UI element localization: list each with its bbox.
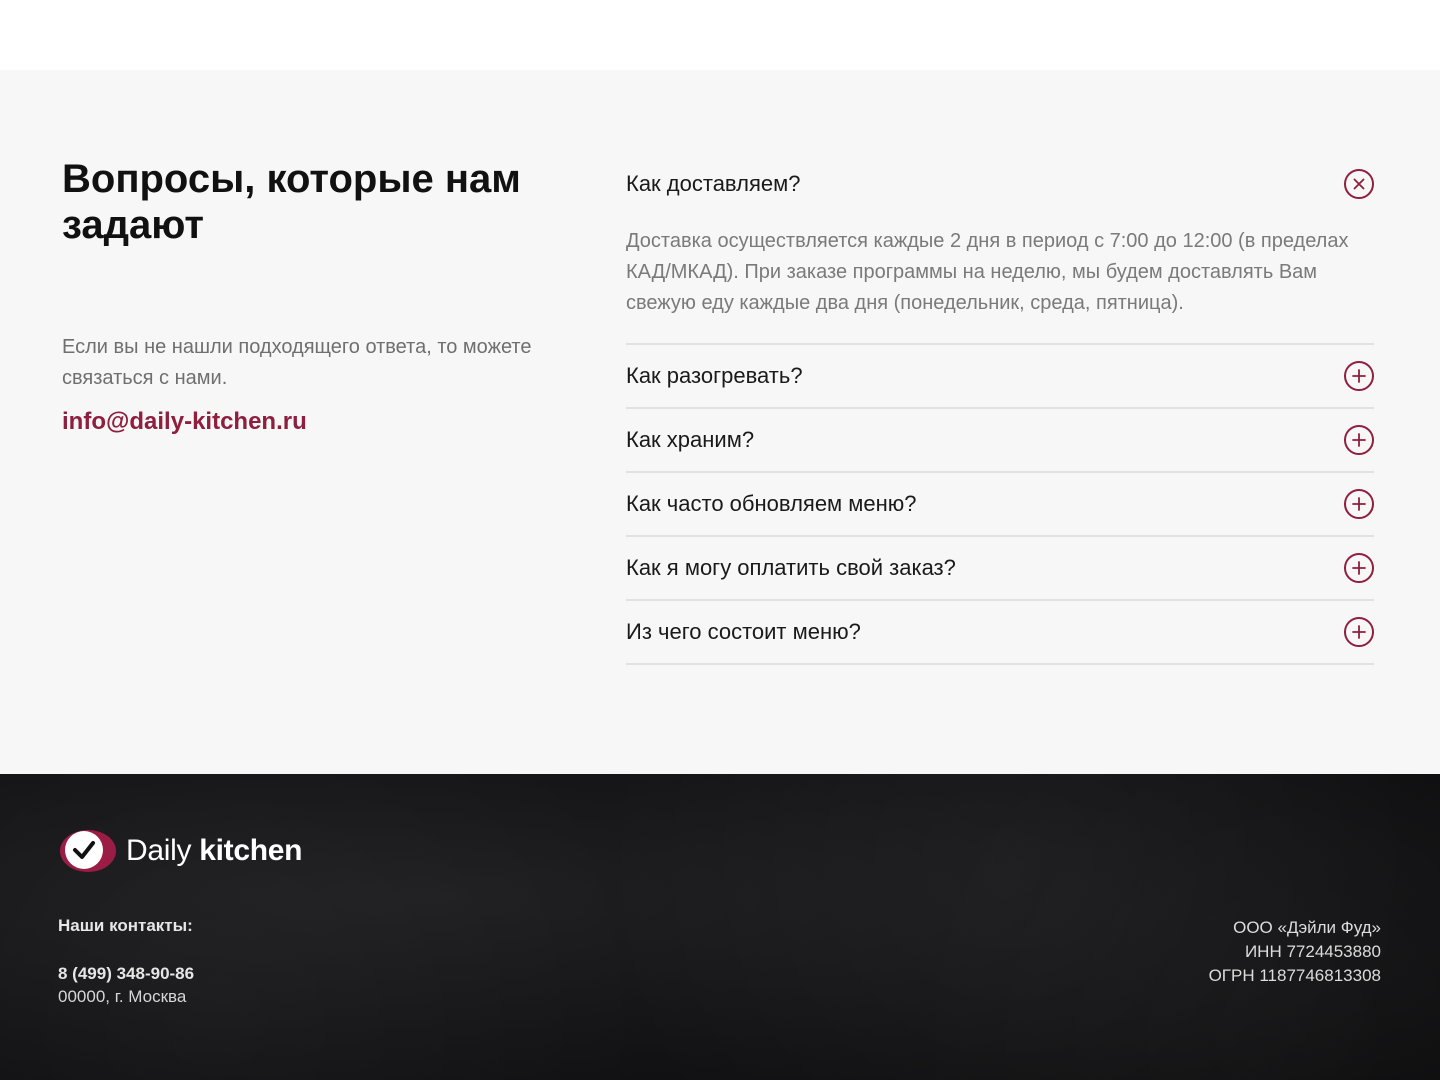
faq-answer-delivery: Доставка осуществляется каждые 2 дня в п…: [626, 230, 1349, 314]
faq-section: Вопросы, которые нам задают Если вы не н…: [0, 70, 1440, 774]
checkmark-logo-icon: [60, 830, 116, 872]
faq-question-payment[interactable]: Как я могу оплатить свой заказ?: [626, 537, 1374, 599]
contacts-label: Наши контакты:: [58, 916, 193, 935]
faq-item-storage: Как храним?: [626, 409, 1374, 473]
faq-item-menu-content: Из чего состоит меню?: [626, 601, 1374, 665]
faq-accordion: Как доставляем? Доставка осуществляется …: [626, 154, 1374, 665]
faq-item-payment: Как я могу оплатить свой заказ?: [626, 537, 1374, 601]
faq-item-heating: Как разогревать?: [626, 345, 1374, 409]
close-circle-icon[interactable]: [1344, 169, 1374, 199]
faq-question-menu-updates[interactable]: Как часто обновляем меню?: [626, 473, 1374, 535]
faq-item-menu-updates: Как часто обновляем меню?: [626, 473, 1374, 537]
faq-contact-note: Если вы не нашли подходящего ответа, то …: [62, 336, 532, 389]
faq-question-menu-content[interactable]: Из чего состоит меню?: [626, 601, 1374, 663]
contact-email-link[interactable]: info@daily-kitchen.ru: [62, 408, 307, 436]
legal-company: ООО «Дэйли Фуд»: [1233, 918, 1381, 937]
faq-item-delivery: Как доставляем? Доставка осуществляется …: [626, 154, 1374, 345]
plus-circle-icon[interactable]: [1344, 361, 1374, 391]
plus-circle-icon[interactable]: [1344, 617, 1374, 647]
plus-circle-icon[interactable]: [1344, 489, 1374, 519]
faq-question-text: Как храним?: [626, 427, 755, 452]
address-text: 00000, г. Москва: [58, 987, 187, 1006]
site-footer: Daily kitchen Наши контакты: 8 (499) 348…: [0, 774, 1440, 1080]
top-bar: [0, 0, 1440, 70]
faq-question-text: Из чего состоит меню?: [626, 619, 861, 644]
faq-question-delivery[interactable]: Как доставляем?: [626, 154, 1374, 214]
logo-word-kitchen: kitchen: [199, 834, 303, 867]
legal-info: ООО «Дэйли Фуд» ИНН 7724453880 ОГРН 1187…: [1209, 916, 1381, 988]
legal-ogrn: ОГРН 1187746813308: [1208, 966, 1381, 985]
faq-question-heating[interactable]: Как разогревать?: [626, 345, 1374, 407]
logo-wordmark: Daily kitchen: [126, 834, 302, 868]
plus-circle-icon[interactable]: [1344, 553, 1374, 583]
footer-logo[interactable]: Daily kitchen: [58, 828, 302, 874]
faq-question-text: Как я могу оплатить свой заказ?: [626, 555, 956, 580]
faq-title: Вопросы, которые нам задают: [62, 157, 521, 247]
plus-circle-icon[interactable]: [1344, 425, 1374, 455]
faq-question-storage[interactable]: Как храним?: [626, 409, 1374, 471]
faq-question-text: Как доставляем?: [626, 171, 801, 196]
faq-question-text: Как разогревать?: [626, 363, 803, 388]
phone-link[interactable]: 8 (499) 348-90-86: [58, 964, 194, 984]
logo-word-daily: Daily: [126, 834, 192, 867]
faq-question-text: Как часто обновляем меню?: [626, 491, 917, 516]
legal-inn: ИНН 7724453880: [1244, 942, 1381, 961]
